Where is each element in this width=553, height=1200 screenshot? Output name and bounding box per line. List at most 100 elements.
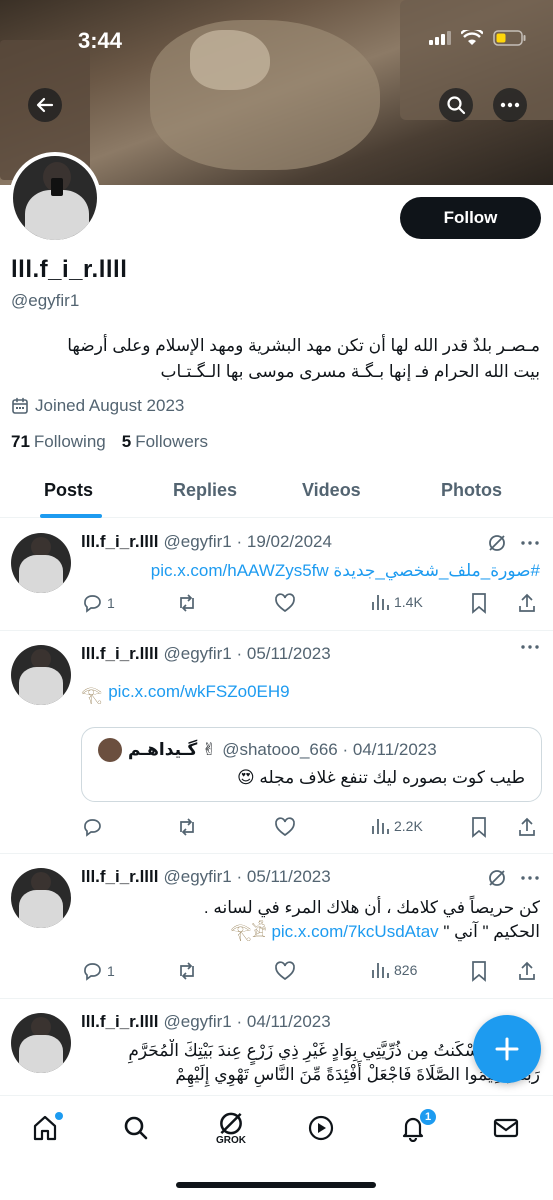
grok-label: GROK <box>216 1135 246 1146</box>
post[interactable]: lll.f_i_r.llll @egyfir1 · 05/11/2023 كن … <box>0 854 553 999</box>
bio-line: مـصـر بلدٌ قدر الله لها أن تكن مهد البشر… <box>67 336 540 355</box>
more-icon[interactable] <box>521 541 539 545</box>
followers-link[interactable]: 5 Followers <box>122 432 208 452</box>
bookmark-button[interactable] <box>469 816 489 838</box>
back-button[interactable] <box>28 88 62 122</box>
like-button[interactable] <box>274 816 296 838</box>
post-avatar[interactable] <box>11 868 71 928</box>
search-icon <box>447 96 466 115</box>
post-avatar[interactable] <box>11 1013 71 1073</box>
views-icon <box>372 595 389 610</box>
post-header: lll.f_i_r.llll @egyfir1 · 05/11/2023 <box>81 867 331 887</box>
bookmark-button[interactable] <box>469 960 489 982</box>
nav-search[interactable] <box>118 1110 154 1146</box>
nav-grok[interactable]: GROK <box>211 1110 251 1146</box>
like-button[interactable] <box>274 592 296 614</box>
share-button[interactable] <box>517 592 537 614</box>
search-icon <box>124 1116 148 1140</box>
search-button[interactable] <box>439 88 473 122</box>
bookmark-icon <box>472 961 486 982</box>
post-author-name[interactable]: lll.f_i_r.llll <box>81 1012 158 1032</box>
repost-icon <box>180 594 194 612</box>
post[interactable]: lll.f_i_r.llll @egyfir1 · 19/02/2024 #صو… <box>0 519 553 631</box>
more-options-button[interactable] <box>493 88 527 122</box>
tab-videos[interactable]: Videos <box>302 480 361 501</box>
post[interactable]: lll.f_i_r.llll @egyfir1 · 05/11/2023 𓂀 p… <box>0 631 553 854</box>
share-button[interactable] <box>517 816 537 838</box>
following-label: Following <box>33 432 106 451</box>
post-text-line: الحكيم " آني " 𓂀𓀀 pic.x.com/7kcUsdAtav <box>80 920 540 944</box>
eye-of-horus-icon: 𓂀 <box>81 685 103 704</box>
following-link[interactable]: 71 Following <box>11 432 106 452</box>
post-avatar[interactable] <box>11 533 71 593</box>
grok-icon <box>220 1112 242 1135</box>
nav-notifications[interactable]: 1 <box>395 1108 437 1146</box>
share-button[interactable] <box>517 960 537 982</box>
post-tools <box>521 645 539 649</box>
profile-avatar[interactable] <box>9 152 101 244</box>
post-avatar[interactable] <box>11 645 71 705</box>
bookmark-icon <box>472 593 486 614</box>
reply-button[interactable] <box>81 816 103 838</box>
play-icon <box>308 1115 334 1141</box>
post-link[interactable]: pic.x.com/7kcUsdAtav <box>271 922 438 941</box>
share-icon <box>519 961 535 980</box>
nav-videos[interactable] <box>303 1110 339 1146</box>
quote-header: گـيداهـم ✌ @shatooo_666 · 04/11/2023 <box>98 738 437 762</box>
following-count: 71 <box>11 432 30 451</box>
post-header: lll.f_i_r.llll @egyfir1 · 05/11/2023 <box>81 644 331 664</box>
share-icon <box>519 593 535 612</box>
views-button[interactable]: 826 <box>370 960 417 980</box>
calendar-icon <box>12 397 28 414</box>
joined-date: Joined August 2023 <box>11 396 184 416</box>
profile-bio: مـصـر بلدٌ قدر الله لها أن تكن مهد البشر… <box>10 333 540 385</box>
reply-button[interactable]: 1 <box>81 960 115 982</box>
home-indicator <box>176 1182 376 1188</box>
reply-count: 1 <box>107 595 115 611</box>
post-link[interactable]: pic.x.com/wkFSZo0EH9 <box>108 682 289 702</box>
joined-text: Joined August 2023 <box>35 396 185 415</box>
quote-avatar <box>98 738 122 762</box>
follow-button[interactable]: Follow <box>400 197 541 239</box>
repost-button[interactable] <box>176 816 198 838</box>
nav-messages[interactable] <box>488 1110 524 1146</box>
tab-posts[interactable]: Posts <box>44 480 93 501</box>
more-icon[interactable] <box>521 876 539 880</box>
like-button[interactable] <box>274 960 296 982</box>
post-text-line: رَبَّنَا لِيُقِيمُوا الصَّلَاةَ فَاجْعَل… <box>175 1065 540 1084</box>
grok-icon[interactable] <box>487 868 507 888</box>
repost-button[interactable] <box>176 960 198 982</box>
more-icon[interactable] <box>521 645 539 649</box>
bookmark-button[interactable] <box>469 592 489 614</box>
post-author-name[interactable]: lll.f_i_r.llll <box>81 532 158 552</box>
repost-button[interactable] <box>176 592 198 614</box>
followers-label: Followers <box>135 432 208 451</box>
tab-replies[interactable]: Replies <box>173 480 237 501</box>
reply-button[interactable]: 1 <box>81 592 115 614</box>
post-actions: 2.2K <box>81 816 543 840</box>
quote-author-name: گـيداهـم ✌ <box>128 740 217 759</box>
quote-text: طيب كوت بصوره ليك تنفع غلاف مجله 😍 <box>236 768 525 787</box>
post-tools <box>487 868 539 888</box>
tab-photos[interactable]: Photos <box>441 480 502 501</box>
post[interactable]: lll.f_i_r.llll @egyfir1 · 04/11/2023 رَب… <box>0 999 553 1095</box>
profile-tabs: Posts Replies Videos Photos <box>0 470 553 518</box>
views-button[interactable]: 1.4K <box>370 592 423 612</box>
post-text[interactable]: #صورة_ملف_شخصي_جديدة pic.x.com/hAAWZys5f… <box>151 559 540 583</box>
views-count: 2.2K <box>394 818 423 834</box>
quoted-post[interactable]: گـيداهـم ✌ @shatooo_666 · 04/11/2023 طيب… <box>81 727 542 802</box>
reply-icon <box>84 595 101 613</box>
post-author-name[interactable]: lll.f_i_r.llll <box>81 867 158 887</box>
quote-meta: @shatooo_666 · 04/11/2023 <box>222 740 437 759</box>
heart-icon <box>275 817 295 837</box>
post-author-name[interactable]: lll.f_i_r.llll <box>81 644 158 664</box>
views-icon <box>372 963 389 978</box>
nav-home[interactable] <box>27 1110 63 1146</box>
post-header: lll.f_i_r.llll @egyfir1 · 19/02/2024 <box>81 532 332 552</box>
active-tab-indicator <box>40 514 102 518</box>
grok-icon[interactable] <box>487 533 507 553</box>
bookmark-icon <box>472 817 486 838</box>
views-button[interactable]: 2.2K <box>370 816 423 836</box>
compose-post-button[interactable] <box>473 1015 541 1083</box>
post-text: كن حريصاً في كلامك ، أن هلاك المرء في لس… <box>80 896 540 944</box>
